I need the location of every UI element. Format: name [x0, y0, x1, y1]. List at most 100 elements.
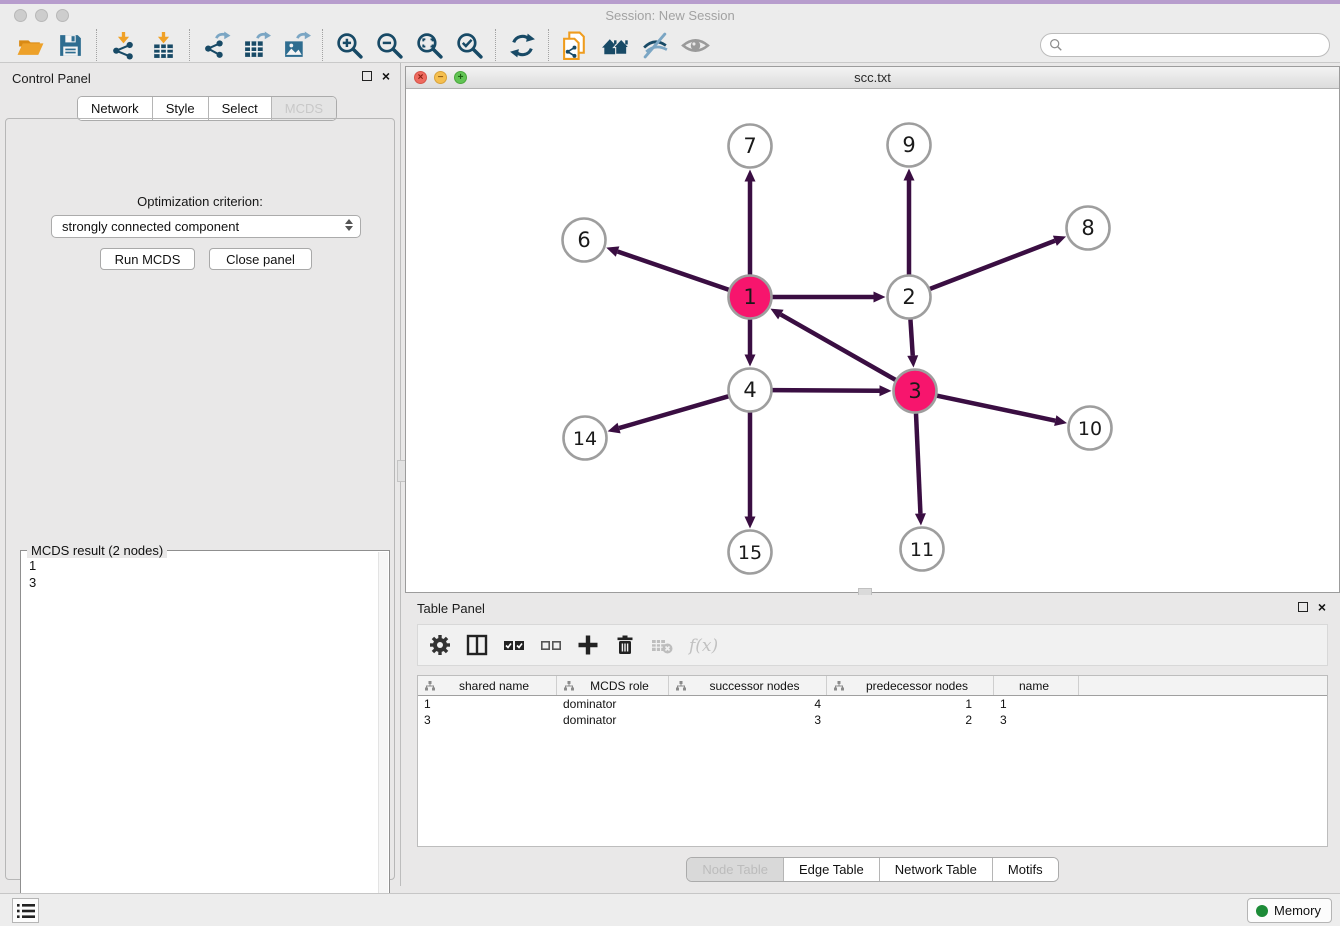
apply-function-icon	[687, 631, 721, 659]
tree-icon	[563, 680, 575, 692]
tab-motifs[interactable]: Motifs	[993, 858, 1058, 881]
criterion-dropdown-value: strongly connected component	[62, 219, 239, 234]
clone-network-icon[interactable]	[555, 29, 595, 61]
list-icon	[15, 901, 37, 921]
table-cell: 1	[994, 696, 1079, 712]
export-image-icon[interactable]	[276, 29, 316, 61]
column-header[interactable]: MCDS role	[557, 676, 669, 695]
zoom-in-icon[interactable]	[329, 29, 369, 61]
close-table-panel-icon[interactable]: ×	[1318, 602, 1326, 612]
column-header[interactable]: shared name	[418, 676, 557, 695]
memory-status-dot	[1256, 905, 1268, 917]
node-label-3: 3	[908, 379, 921, 403]
header-filler	[1079, 676, 1327, 695]
task-history-button[interactable]	[12, 898, 39, 923]
edge-4-14[interactable]	[619, 396, 728, 428]
criterion-dropdown[interactable]: strongly connected component	[51, 215, 361, 238]
edge-arrowhead	[606, 246, 619, 256]
toolbar-separator	[495, 29, 496, 61]
control-panel: Control Panel × Network Style Select MCD…	[0, 63, 400, 886]
edge-3-1[interactable]	[781, 315, 896, 380]
edge-arrowhead	[904, 169, 915, 181]
tab-style[interactable]: Style	[153, 97, 209, 120]
edge-3-11[interactable]	[916, 413, 920, 513]
zoom-fit-icon[interactable]	[409, 29, 449, 61]
column-header[interactable]: successor nodes	[669, 676, 827, 695]
import-network-icon[interactable]	[103, 29, 143, 61]
mcds-result-group: MCDS result (2 nodes) 1 3	[20, 550, 390, 926]
table-row[interactable]: 1dominator411	[418, 696, 1327, 712]
float-table-panel-icon[interactable]	[1298, 602, 1308, 612]
deselect-all-rows-icon[interactable]	[539, 631, 563, 659]
close-panel-icon[interactable]: ×	[382, 71, 390, 81]
tree-icon	[833, 680, 845, 692]
network-window-title: scc.txt	[406, 70, 1339, 85]
select-all-rows-icon[interactable]	[502, 631, 526, 659]
zoom-selected-icon[interactable]	[449, 29, 489, 61]
node-table-header: shared nameMCDS rolesuccessor nodesprede…	[418, 676, 1327, 696]
home-layout-icon[interactable]	[595, 29, 635, 61]
edge-2-8[interactable]	[930, 241, 1055, 289]
dropdown-stepper-icon	[345, 219, 353, 231]
control-panel-header: Control Panel ×	[0, 63, 400, 93]
edge-3-10[interactable]	[937, 396, 1055, 421]
close-panel-button[interactable]: Close panel	[209, 248, 312, 270]
tab-network[interactable]: Network	[78, 97, 153, 120]
show-details-icon[interactable]	[675, 29, 715, 61]
node-label-6: 6	[577, 228, 590, 252]
tab-node-table[interactable]: Node Table	[687, 858, 784, 881]
delete-column-icon[interactable]	[613, 631, 637, 659]
node-label-14: 14	[573, 428, 597, 450]
column-visibility-icon[interactable]	[465, 631, 489, 659]
edge-2-3[interactable]	[910, 319, 912, 355]
column-header[interactable]: predecessor nodes	[827, 676, 994, 695]
save-session-icon[interactable]	[50, 29, 90, 61]
result-scrollbar[interactable]	[378, 552, 388, 926]
optimization-criterion-label: Optimization criterion:	[6, 194, 394, 209]
delete-table-icon	[650, 631, 674, 659]
mcds-result-list[interactable]: 1 3	[29, 557, 36, 591]
network-window-titlebar[interactable]: × − + scc.txt	[406, 67, 1339, 89]
tab-mcds[interactable]: MCDS	[272, 97, 336, 120]
column-header[interactable]: name	[994, 676, 1079, 695]
mcds-result-title: MCDS result (2 nodes)	[27, 543, 167, 558]
node-label-8: 8	[1081, 216, 1094, 240]
table-cell: 3	[418, 712, 557, 728]
table-panel-header: Table Panel ×	[405, 595, 1340, 621]
table-cell: 1	[827, 696, 994, 712]
edge-1-6[interactable]	[618, 252, 729, 290]
import-table-icon[interactable]	[143, 29, 183, 61]
table-cell: dominator	[557, 712, 669, 728]
float-panel-icon[interactable]	[362, 71, 372, 81]
table-panel: Table Panel × shared nameMCDS rolesucces…	[405, 595, 1340, 893]
open-file-icon[interactable]	[10, 29, 50, 61]
refresh-layout-icon[interactable]	[502, 29, 542, 61]
node-label-7: 7	[743, 134, 756, 158]
node-label-9: 9	[902, 133, 915, 157]
edge-arrowhead	[879, 385, 891, 396]
table-row[interactable]: 3dominator323	[418, 712, 1327, 728]
add-column-icon[interactable]	[576, 631, 600, 659]
control-panel-title: Control Panel	[12, 71, 91, 86]
edge-4-3[interactable]	[772, 390, 879, 391]
node-label-15: 15	[738, 542, 762, 564]
zoom-out-icon[interactable]	[369, 29, 409, 61]
table-toolbar	[417, 624, 1328, 666]
tab-edge-table[interactable]: Edge Table	[784, 858, 880, 881]
edge-arrowhead	[1054, 415, 1067, 426]
table-cell: dominator	[557, 696, 669, 712]
network-canvas[interactable]: 7968124314101511	[406, 89, 1339, 592]
search-input[interactable]	[1040, 33, 1330, 57]
edge-arrowhead	[907, 355, 918, 367]
hide-details-icon[interactable]	[635, 29, 675, 61]
toolbar-separator	[96, 29, 97, 61]
table-settings-icon[interactable]	[428, 631, 452, 659]
tab-network-table[interactable]: Network Table	[880, 858, 993, 881]
tab-select[interactable]: Select	[209, 97, 272, 120]
export-table-icon[interactable]	[236, 29, 276, 61]
mcds-panel-body: Optimization criterion: strongly connect…	[5, 118, 395, 880]
run-mcds-button[interactable]: Run MCDS	[100, 248, 195, 270]
memory-button[interactable]: Memory	[1247, 898, 1332, 923]
export-network-icon[interactable]	[196, 29, 236, 61]
node-label-4: 4	[743, 378, 756, 402]
